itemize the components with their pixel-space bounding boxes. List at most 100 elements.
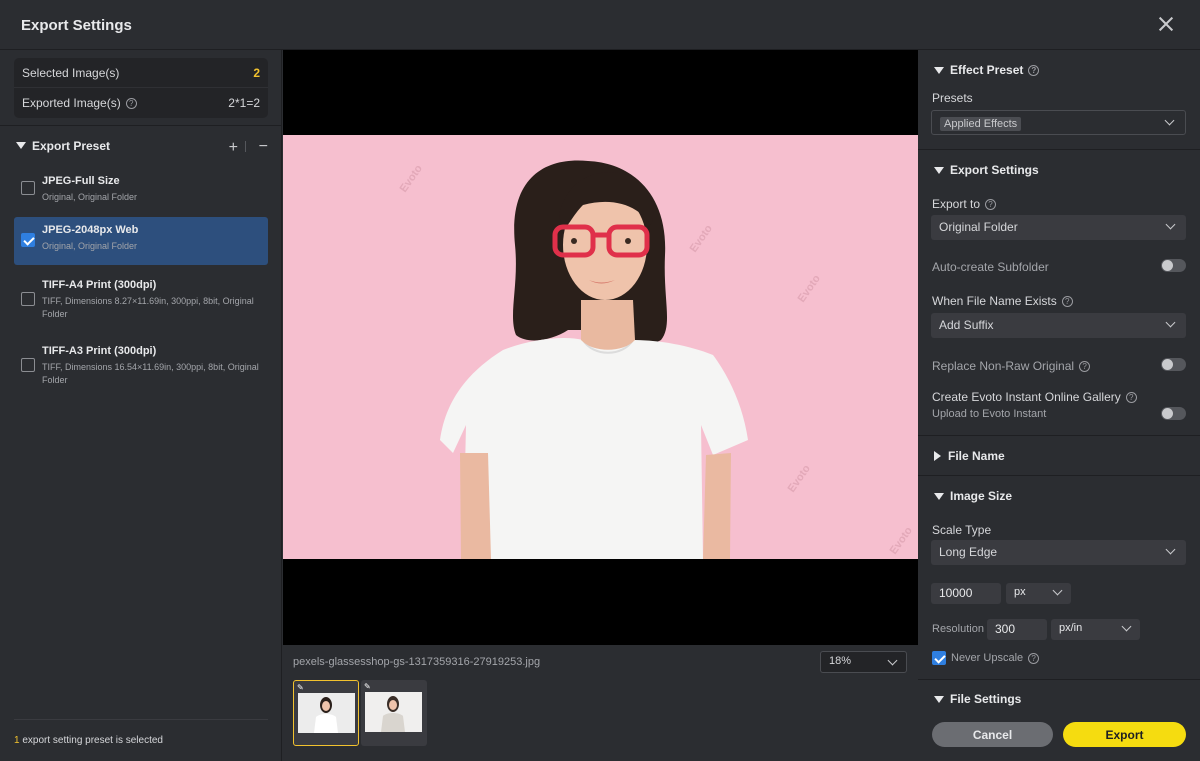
- size-input[interactable]: 10000: [931, 583, 1001, 604]
- image-stats: Selected Image(s) 2 Exported Image(s)? 2…: [14, 58, 268, 118]
- auto-subfolder-label: Auto-create Subfolder: [932, 260, 1049, 274]
- selected-preset-count: 1: [14, 735, 20, 746]
- remove-preset-icon[interactable]: −: [259, 138, 268, 156]
- preset-detail: Original, Original Folder: [42, 241, 138, 251]
- preset-name: TIFF-A4 Print (300dpi): [42, 279, 157, 291]
- export-settings-section: Export Settings Export to? Original Fold…: [918, 149, 1200, 435]
- applied-effects-tag: Applied Effects: [940, 117, 1022, 131]
- file-name-header[interactable]: File Name: [934, 449, 1005, 463]
- selected-images-label: Selected Image(s): [22, 65, 120, 80]
- zoom-value: 18%: [829, 655, 852, 667]
- effect-preset-section: Effect Preset ? Presets Applied Effects: [918, 50, 1200, 149]
- preview-bottom-bar: pexels-glassesshop-gs-1317359316-2791925…: [283, 645, 918, 761]
- cancel-button[interactable]: Cancel: [932, 722, 1053, 747]
- replace-original-label: Replace Non-Raw Original?: [932, 359, 1091, 373]
- dialog-title: Export Settings: [21, 17, 132, 34]
- preset-detail: Original, Original Folder: [42, 192, 138, 202]
- chevron-down-icon: [887, 655, 898, 666]
- thumbnail-image: [365, 692, 422, 732]
- selected-images-row: Selected Image(s) 2: [14, 58, 268, 88]
- size-unit-value: px: [1014, 586, 1026, 598]
- chevron-down-icon: [1164, 115, 1175, 126]
- size-unit-select[interactable]: px: [1006, 583, 1071, 604]
- never-upscale-checkbox[interactable]: [932, 651, 946, 665]
- preset-item-jpeg-full-size[interactable]: JPEG-Full Size Original, Original Folder: [14, 168, 268, 214]
- effect-preset-header[interactable]: Effect Preset ?: [934, 63, 1040, 77]
- exported-images-label: Exported Image(s): [22, 96, 121, 110]
- scale-type-value: Long Edge: [939, 545, 998, 559]
- edit-pencil-icon: ✎: [297, 683, 304, 692]
- thumbnail-2[interactable]: ✎: [361, 680, 427, 746]
- image-size-header[interactable]: Image Size: [934, 489, 1012, 503]
- file-settings-section: File Settings: [918, 679, 1200, 761]
- help-icon[interactable]: ?: [1079, 361, 1091, 373]
- preset-detail: TIFF, Dimensions 8.27×11.69in, 300ppi, 8…: [42, 296, 254, 319]
- file-name-section: File Name: [918, 435, 1200, 475]
- preset-detail: TIFF, Dimensions 16.54×11.69in, 300ppi, …: [42, 362, 259, 385]
- export-to-dropdown[interactable]: Original Folder: [931, 215, 1186, 240]
- preset-name: TIFF-A3 Print (300dpi): [42, 345, 157, 357]
- collapse-triangle-icon: [934, 695, 944, 703]
- export-button[interactable]: Export: [1063, 722, 1186, 747]
- thumbnail-1[interactable]: ✎: [293, 680, 359, 746]
- help-icon[interactable]: ?: [1028, 652, 1040, 664]
- chevron-down-icon: [1165, 317, 1176, 328]
- help-icon[interactable]: ?: [125, 98, 137, 110]
- preset-checkbox[interactable]: [21, 181, 35, 195]
- preset-checkbox[interactable]: [21, 292, 35, 306]
- zoom-select[interactable]: 18%: [820, 651, 907, 673]
- file-exists-dropdown[interactable]: Add Suffix: [931, 313, 1186, 338]
- preset-item-tiff-a4-print[interactable]: TIFF-A4 Print (300dpi) TIFF, Dimensions …: [14, 272, 268, 330]
- preview-filename: pexels-glassesshop-gs-1317359316-2791925…: [293, 656, 541, 668]
- preset-item-jpeg-2048px-web[interactable]: JPEG-2048px Web Original, Original Folde…: [14, 217, 268, 265]
- preset-selection-status: 1 export setting preset is selected: [14, 719, 268, 746]
- preset-checkbox-checked[interactable]: [21, 233, 35, 247]
- selected-images-count: 2: [253, 65, 260, 80]
- collapse-triangle-icon: [16, 142, 26, 149]
- preset-item-tiff-a3-print[interactable]: TIFF-A3 Print (300dpi) TIFF, Dimensions …: [14, 338, 268, 396]
- close-icon[interactable]: [1156, 14, 1176, 34]
- image-size-section: Image Size Scale Type Long Edge 10000 px…: [918, 475, 1200, 679]
- gallery-label: Create Evoto Instant Online Gallery?: [932, 390, 1137, 404]
- help-icon[interactable]: ?: [985, 199, 997, 211]
- left-panel: Selected Image(s) 2 Exported Image(s)? 2…: [0, 50, 282, 761]
- right-panel: Effect Preset ? Presets Applied Effects …: [918, 50, 1200, 761]
- chevron-down-icon: [1165, 219, 1176, 230]
- file-name-title: File Name: [948, 449, 1005, 463]
- exported-images-count: 2*1=2: [228, 96, 260, 110]
- export-settings-header[interactable]: Export Settings: [934, 163, 1039, 177]
- export-settings-title: Export Settings: [950, 163, 1039, 177]
- chevron-down-icon: [1052, 585, 1063, 596]
- preview-image: Evoto Evoto Evoto Evoto Evoto: [283, 135, 918, 559]
- collapse-triangle-icon: [934, 66, 944, 74]
- selected-preset-text: export setting preset is selected: [22, 735, 163, 746]
- chevron-down-icon: [1121, 621, 1132, 632]
- file-settings-header[interactable]: File Settings: [934, 692, 1021, 706]
- collapse-triangle-icon: [934, 166, 944, 174]
- help-icon[interactable]: ?: [1028, 64, 1040, 76]
- help-icon[interactable]: ?: [1125, 392, 1137, 404]
- help-icon[interactable]: ?: [1061, 296, 1073, 308]
- resolution-input[interactable]: 300: [987, 619, 1047, 640]
- resolution-unit-select[interactable]: px/in: [1051, 619, 1140, 640]
- gallery-toggle[interactable]: [1161, 407, 1186, 420]
- exported-images-row: Exported Image(s)? 2*1=2: [14, 88, 268, 118]
- gallery-sub-label: Upload to Evoto Instant: [932, 408, 1047, 420]
- replace-original-toggle[interactable]: [1161, 358, 1186, 371]
- export-to-label: Export to?: [932, 197, 997, 211]
- auto-subfolder-toggle[interactable]: [1161, 259, 1186, 272]
- add-preset-icon[interactable]: +: [229, 139, 238, 157]
- preview-area: Evoto Evoto Evoto Evoto Evoto pexels-gla…: [283, 50, 918, 761]
- edit-pencil-icon: ✎: [364, 682, 371, 691]
- export-preset-header[interactable]: Export Preset + −: [0, 125, 282, 165]
- resolution-unit-value: px/in: [1059, 622, 1083, 634]
- scale-type-label: Scale Type: [932, 523, 992, 537]
- preset-checkbox[interactable]: [21, 358, 35, 372]
- presets-dropdown[interactable]: Applied Effects: [931, 110, 1186, 135]
- file-exists-value: Add Suffix: [939, 318, 994, 332]
- title-bar: Export Settings: [0, 0, 1200, 50]
- presets-label: Presets: [932, 91, 973, 105]
- file-settings-title: File Settings: [950, 692, 1022, 706]
- chevron-down-icon: [1165, 544, 1176, 555]
- scale-type-dropdown[interactable]: Long Edge: [931, 540, 1186, 565]
